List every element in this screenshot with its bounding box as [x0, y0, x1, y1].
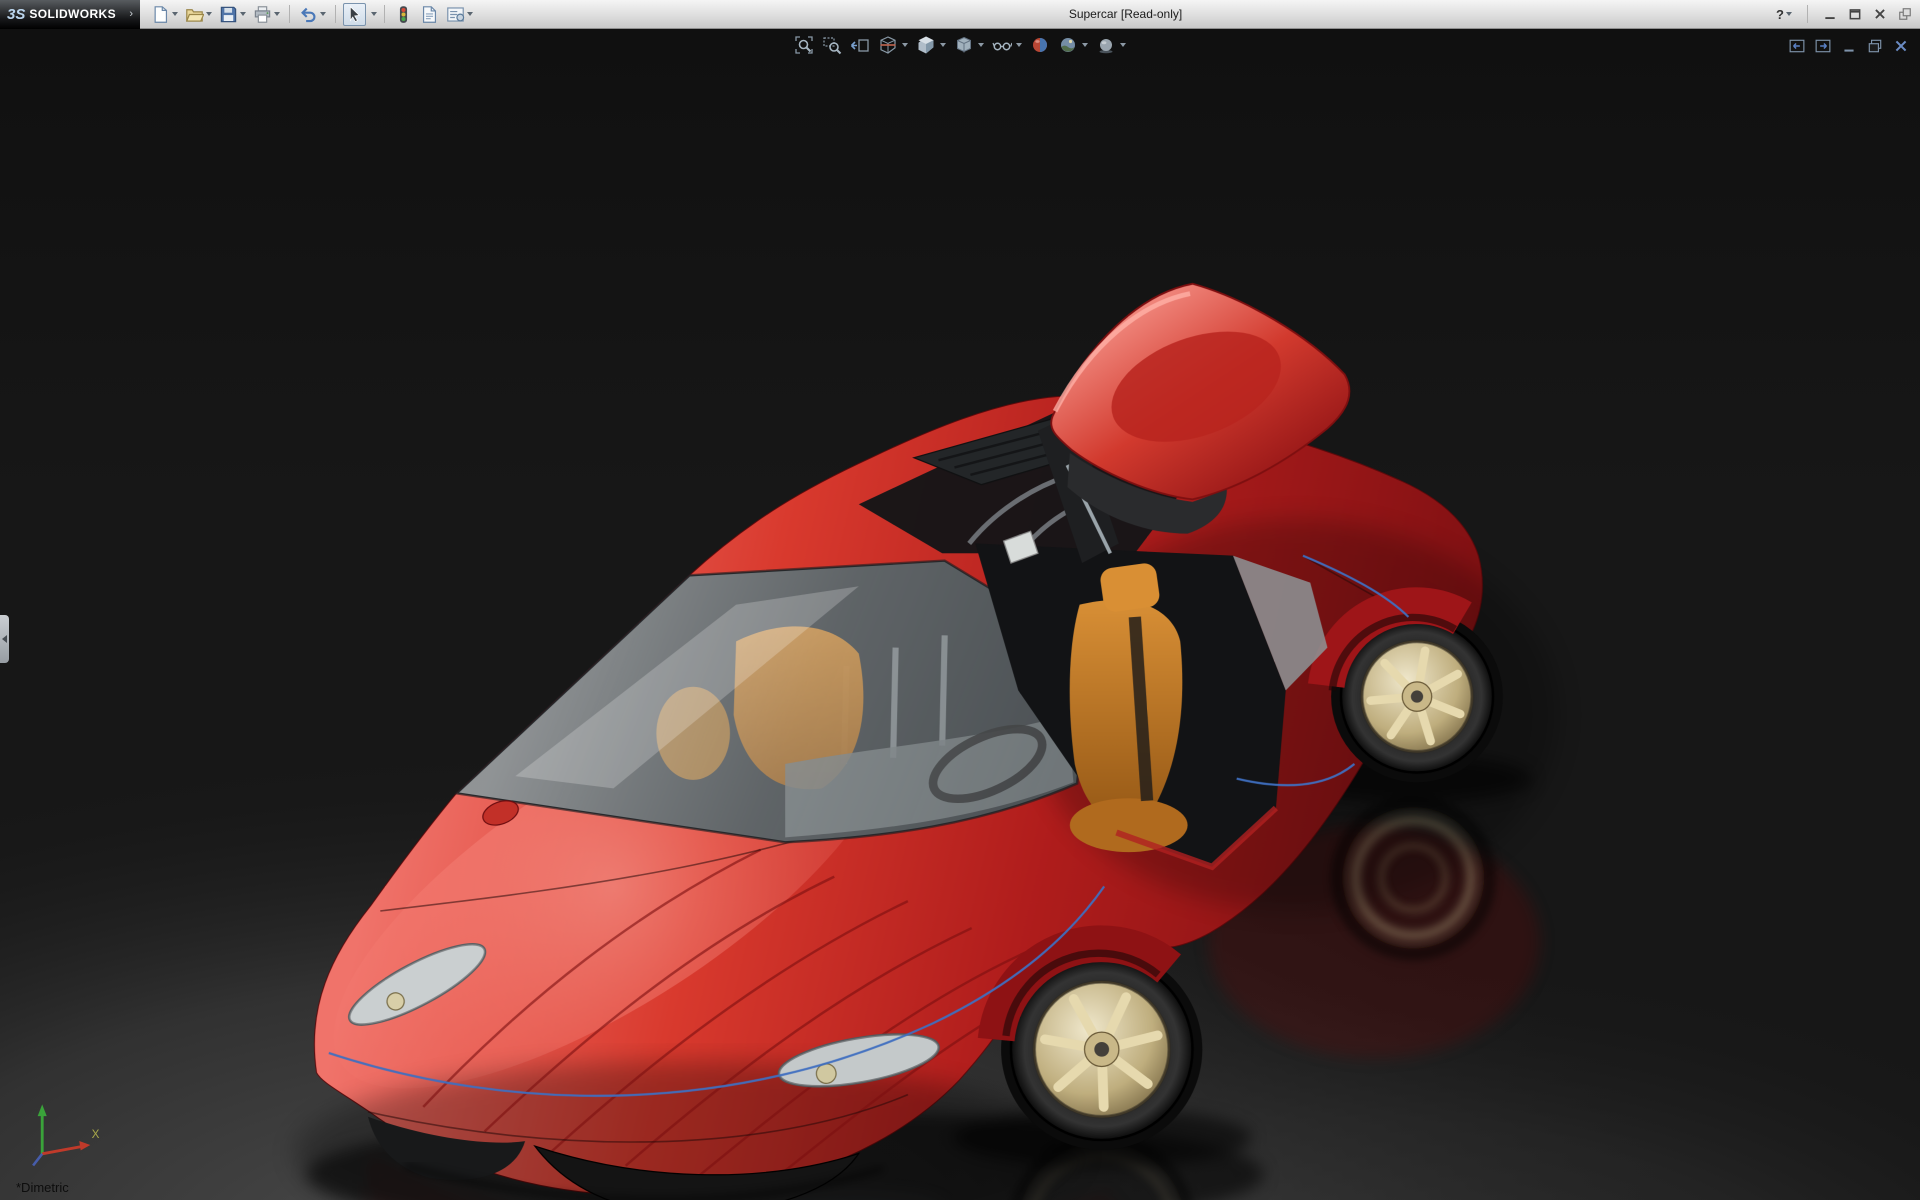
previous-view-icon	[850, 35, 870, 55]
z-axis-arrow	[33, 1154, 42, 1166]
open-button[interactable]	[183, 3, 214, 26]
view-settings-icon	[1096, 35, 1116, 55]
open-icon	[185, 5, 204, 24]
print-icon	[253, 5, 272, 24]
x-axis-arrow	[79, 1141, 90, 1150]
view-orientation-button[interactable]	[916, 35, 946, 55]
section-view-icon	[878, 35, 898, 55]
view-orientation-label: *Dimetric	[16, 1180, 69, 1195]
select-cursor-icon	[345, 5, 364, 24]
close-document-button[interactable]	[1893, 38, 1909, 54]
save-button[interactable]	[217, 3, 248, 26]
previous-view-button[interactable]	[850, 35, 870, 55]
zoom-to-fit-button[interactable]	[794, 35, 814, 55]
dropdown-arrow-icon[interactable]	[902, 43, 908, 47]
reference-triad: X	[24, 1094, 102, 1172]
minimize-button[interactable]	[1823, 7, 1837, 21]
dropdown-arrow-icon[interactable]	[320, 12, 326, 16]
toolbar-separator	[384, 5, 385, 23]
view-orientation-cube-icon	[916, 35, 936, 55]
document-window-controls	[1789, 38, 1909, 54]
dropdown-arrow-icon[interactable]	[206, 12, 212, 16]
dropdown-arrow-icon[interactable]	[1082, 43, 1088, 47]
edit-appearance-icon	[1030, 35, 1050, 55]
maximize-button[interactable]	[1848, 7, 1862, 21]
dropdown-arrow-icon[interactable]	[1786, 12, 1792, 16]
pane-left-button[interactable]	[1789, 38, 1805, 54]
help-button[interactable]: ?	[1776, 7, 1792, 22]
hide-show-items-button[interactable]	[992, 35, 1022, 55]
view-settings-button[interactable]	[1096, 35, 1126, 55]
rebuild-button[interactable]	[392, 3, 415, 26]
zoom-to-area-button[interactable]	[822, 35, 842, 55]
main-toolbar	[140, 3, 475, 26]
toolbar-separator	[335, 5, 336, 23]
apply-scene-icon	[1058, 35, 1078, 55]
x-axis-label: X	[92, 1128, 100, 1141]
minimize-document-button[interactable]	[1841, 38, 1857, 54]
dropdown-arrow-icon[interactable]	[1120, 43, 1126, 47]
display-style-icon	[954, 35, 974, 55]
restore-document-icon	[1867, 38, 1883, 54]
edit-appearance-button[interactable]	[1030, 35, 1050, 55]
solidworks-window: 3S SOLIDWORKS ›	[0, 0, 1920, 1200]
hide-show-glasses-icon	[992, 35, 1012, 55]
toolbar-separator	[289, 5, 290, 23]
close-document-icon	[1893, 38, 1909, 54]
featuremanager-splitter-tab[interactable]	[0, 615, 9, 663]
collapse-arrow-icon	[2, 635, 7, 643]
pane-left-icon	[1789, 38, 1805, 54]
close-button[interactable]	[1873, 7, 1887, 21]
dropdown-arrow-icon[interactable]	[467, 12, 473, 16]
undo-icon	[299, 5, 318, 24]
file-properties-icon	[420, 5, 439, 24]
pane-right-icon	[1815, 38, 1831, 54]
dropdown-arrow-icon[interactable]	[240, 12, 246, 16]
help-label: ?	[1776, 7, 1784, 22]
undo-button[interactable]	[297, 3, 328, 26]
zoom-to-fit-icon	[794, 35, 814, 55]
dropdown-arrow-icon[interactable]	[1016, 43, 1022, 47]
options-button[interactable]	[444, 3, 475, 26]
dropdown-arrow-icon[interactable]	[274, 12, 280, 16]
options-icon	[446, 5, 465, 24]
3d-scene[interactable]	[0, 29, 1920, 1200]
y-axis-arrow	[38, 1104, 47, 1116]
brand-text: SOLIDWORKS	[29, 7, 116, 21]
dropdown-arrow-icon[interactable]	[940, 43, 946, 47]
driver-headrest[interactable]	[1099, 562, 1161, 614]
document-title: Supercar [Read-only]	[475, 7, 1776, 21]
restore-document-button[interactable]	[1867, 38, 1883, 54]
rebuild-traffic-light-icon	[394, 5, 413, 24]
dropdown-arrow-icon[interactable]	[172, 12, 178, 16]
titlebar: 3S SOLIDWORKS ›	[0, 0, 1920, 29]
display-style-button[interactable]	[954, 35, 984, 55]
dropdown-arrow-icon[interactable]	[978, 43, 984, 47]
section-view-button[interactable]	[878, 35, 908, 55]
solidworks-logo: 3S SOLIDWORKS ›	[0, 0, 140, 29]
apply-scene-button[interactable]	[1058, 35, 1088, 55]
minimize-icon	[1823, 7, 1837, 21]
file-properties-button[interactable]	[418, 3, 441, 26]
resize-grip-icon	[1898, 7, 1912, 21]
window-controls: ?	[1776, 5, 1920, 23]
resize-grip[interactable]	[1898, 7, 1912, 21]
heads-up-view-toolbar	[794, 35, 1126, 55]
dropdown-arrow-icon[interactable]	[371, 12, 377, 16]
pane-right-button[interactable]	[1815, 38, 1831, 54]
select-button[interactable]	[343, 3, 366, 26]
minimize-document-icon	[1841, 38, 1857, 54]
toolbar-separator	[1807, 5, 1808, 23]
zoom-to-area-icon	[822, 35, 842, 55]
new-document-button[interactable]	[149, 3, 180, 26]
print-button[interactable]	[251, 3, 282, 26]
new-document-icon	[151, 5, 170, 24]
close-icon	[1873, 7, 1887, 21]
driver-seat-cushion[interactable]	[1070, 798, 1188, 852]
3ds-logo-icon: 3S	[7, 6, 25, 23]
menu-expand-chevron-icon[interactable]: ›	[129, 9, 133, 20]
graphics-area[interactable]: X *Dimetric	[0, 29, 1920, 1200]
save-icon	[219, 5, 238, 24]
maximize-icon	[1848, 7, 1862, 21]
